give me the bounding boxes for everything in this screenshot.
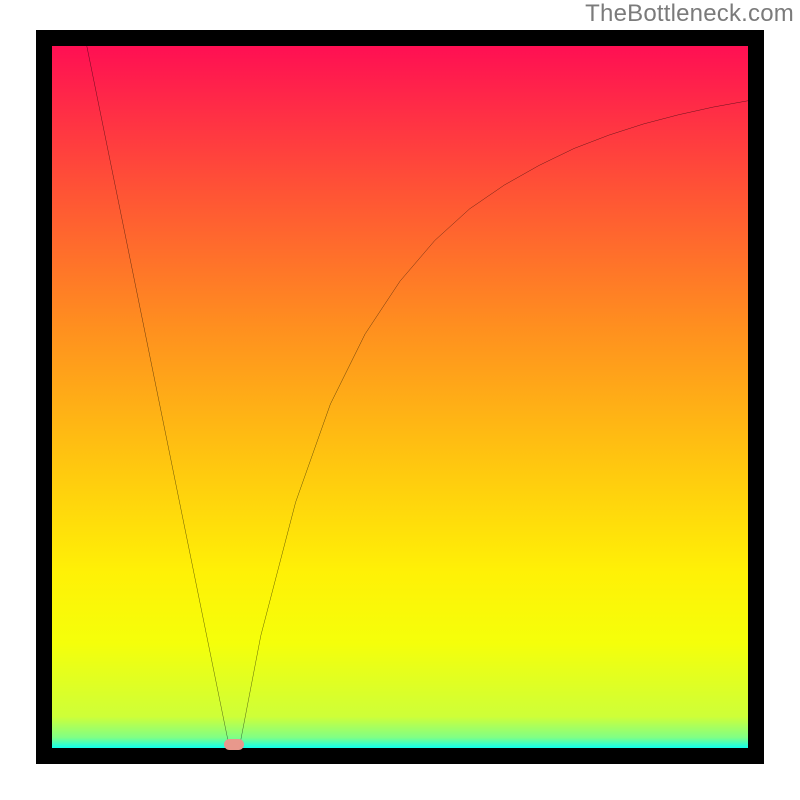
watermark-text: TheBottleneck.com [585, 0, 794, 28]
curve-layer [52, 46, 748, 748]
curve-left-branch [87, 46, 229, 744]
app-frame: TheBottleneck.com [0, 0, 800, 800]
minimum-marker [224, 739, 244, 750]
curve-right-branch [240, 101, 748, 745]
plot-border [36, 30, 764, 764]
